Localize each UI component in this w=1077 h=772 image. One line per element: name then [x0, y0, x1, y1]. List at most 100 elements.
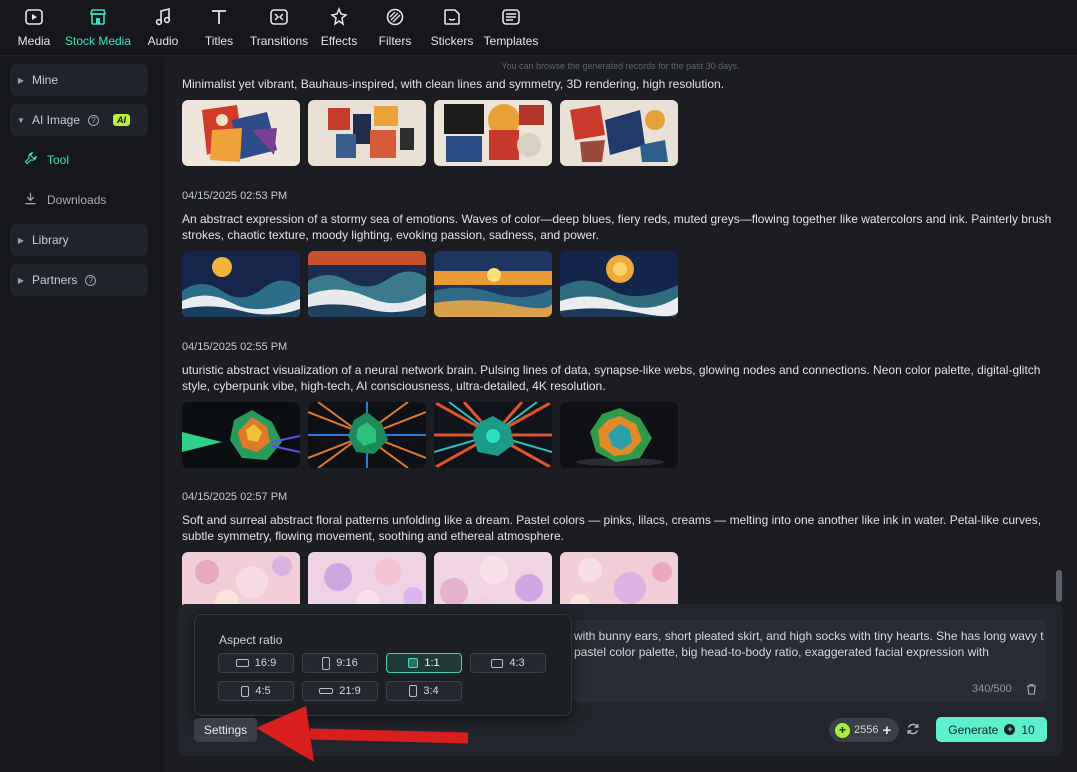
refresh-icon[interactable]: [906, 722, 920, 739]
generated-image-thumbnail[interactable]: [308, 251, 426, 317]
settings-button[interactable]: Settings: [194, 718, 257, 742]
media-icon: [23, 6, 45, 28]
record: Minimalist yet vibrant, Bauhaus-inspired…: [182, 76, 1052, 166]
transitions-icon: [268, 6, 290, 28]
aspect-ratio-label: 16:9: [254, 657, 277, 669]
generated-image-thumbnail[interactable]: [434, 402, 552, 468]
credits-balance[interactable]: + 2556 +: [829, 718, 899, 742]
toolbar-templates-label: Templates: [483, 34, 539, 48]
generate-label: Generate: [948, 722, 999, 737]
generated-image-thumbnail[interactable]: [560, 100, 678, 166]
sidebar-item-label: Downloads: [47, 193, 107, 207]
ai-badge: AI: [113, 114, 131, 126]
aspect-ratio-label: 9:16: [336, 657, 358, 669]
download-icon: [24, 192, 37, 208]
templates-icon: [500, 6, 522, 28]
generated-image-thumbnail[interactable]: [560, 402, 678, 468]
effects-icon: [328, 6, 350, 28]
scrollbar-thumb[interactable]: [1056, 570, 1062, 602]
sidebar-item-ai-image[interactable]: ▼ AI Image ? AI: [10, 104, 148, 136]
aspect-ratio-title: Aspect ratio: [219, 633, 283, 647]
record-date: 04/15/2025 02:55 PM: [182, 341, 288, 353]
generate-button[interactable]: Generate + 10: [936, 717, 1047, 742]
aspect-ratio-label: 21:9: [339, 685, 361, 697]
sidebar-item-label: Library: [32, 233, 69, 247]
stickers-icon: [441, 6, 463, 28]
aspect-ratio-label: 4:5: [255, 685, 271, 697]
aspect-ratio-3-4[interactable]: 3:4: [386, 681, 462, 701]
red-arrow-annotation: [256, 706, 469, 762]
help-icon[interactable]: ?: [88, 114, 100, 126]
aspect-ratio-16-9[interactable]: 16:9: [218, 653, 294, 673]
record-date: 04/15/2025 02:53 PM: [182, 190, 288, 202]
aspect-ratio-4-5[interactable]: 4:5: [218, 681, 294, 701]
sidebar-item-label: Tool: [47, 153, 70, 167]
sidebar-item-partners[interactable]: ▶ Partners ?: [10, 264, 148, 296]
aspect-ratio-label: 3:4: [423, 685, 439, 697]
generated-image-thumbnail[interactable]: [182, 251, 300, 317]
credit-coin-icon: +: [1004, 724, 1016, 735]
toolbar-stock-media[interactable]: Stock Media: [63, 6, 133, 48]
toolbar-media-label: Media: [17, 34, 51, 48]
toolbar-audio-label: Audio: [147, 34, 179, 48]
chevron-right-icon: ▶: [17, 275, 25, 285]
portrait-icon: [409, 685, 418, 697]
wrench-icon: [24, 152, 37, 168]
stock-media-icon: [87, 6, 109, 28]
generate-cost: 10: [1021, 722, 1035, 737]
toolbar-effects-label: Effects: [320, 34, 358, 48]
record: 04/15/2025 02:57 PM Soft and surreal abs…: [182, 491, 1052, 618]
titles-icon: [208, 6, 230, 28]
toolbar-stock-media-label: Stock Media: [64, 34, 132, 48]
toolbar-transitions-label: Transitions: [249, 34, 309, 48]
portrait-icon: [322, 656, 331, 670]
toolbar-filters-label: Filters: [378, 34, 412, 48]
toolbar-templates[interactable]: Templates: [476, 6, 546, 48]
record-prompt: Minimalist yet vibrant, Bauhaus-inspired…: [182, 77, 725, 91]
sidebar-item-mine[interactable]: ▶ Mine: [10, 64, 148, 96]
record: 04/15/2025 02:55 PM uturistic abstract v…: [182, 341, 1052, 468]
square-icon: [408, 658, 419, 668]
add-credits-icon[interactable]: +: [882, 722, 891, 739]
sidebar-item-label: Mine: [32, 73, 59, 87]
landscape-icon: [491, 658, 504, 668]
record-prompt: uturistic abstract visualization of a ne…: [182, 363, 1041, 393]
generated-image-thumbnail[interactable]: [182, 402, 300, 468]
generated-image-thumbnail[interactable]: [434, 251, 552, 317]
record: 04/15/2025 02:53 PM An abstract expressi…: [182, 190, 1052, 317]
record-date: 04/15/2025 02:57 PM: [182, 491, 288, 503]
music-note-icon: [152, 6, 174, 28]
generated-image-thumbnail[interactable]: [182, 100, 300, 166]
top-toolbar: Media Stock Media Audio Titles Transitio…: [0, 0, 1077, 56]
sidebar-item-library[interactable]: ▶ Library: [10, 224, 148, 256]
character-counter: 340/500: [972, 683, 1012, 695]
aspect-ratio-label: 1:1: [424, 657, 440, 669]
widescreen-icon: [319, 688, 334, 694]
toolbar-titles-label: Titles: [204, 34, 234, 48]
trash-icon[interactable]: [1026, 683, 1037, 698]
toolbar-stickers-label: Stickers: [430, 34, 474, 48]
records-hint: You can browse the generated records for…: [501, 61, 740, 71]
record-prompt: An abstract expression of a stormy sea o…: [182, 212, 1052, 242]
sidebar-item-downloads[interactable]: Downloads: [24, 188, 106, 212]
credits-value: 2556: [854, 724, 879, 736]
sidebar-item-tool[interactable]: Tool: [24, 148, 69, 172]
filters-icon: [384, 6, 406, 28]
toolbar-media[interactable]: Media: [0, 6, 69, 48]
record-prompt: Soft and surreal abstract floral pattern…: [182, 513, 1042, 543]
sidebar-item-label: AI Image: [32, 113, 81, 127]
help-icon[interactable]: ?: [85, 274, 97, 286]
generated-image-thumbnail[interactable]: [308, 100, 426, 166]
generated-image-thumbnail[interactable]: [560, 251, 678, 317]
aspect-ratio-label: 4:3: [509, 657, 525, 669]
generated-image-thumbnail[interactable]: [308, 402, 426, 468]
generated-image-thumbnail[interactable]: [434, 100, 552, 166]
portrait-icon: [241, 685, 250, 697]
aspect-ratio-21-9[interactable]: 21:9: [302, 681, 378, 701]
prompt-text: with bunny ears, short pleated skirt, an…: [574, 629, 1044, 659]
aspect-ratio-9-16[interactable]: 9:16: [302, 653, 378, 673]
chevron-down-icon: ▼: [17, 115, 25, 125]
sidebar-item-label: Partners: [32, 273, 78, 287]
aspect-ratio-1-1[interactable]: 1:1: [386, 653, 462, 673]
aspect-ratio-4-3[interactable]: 4:3: [470, 653, 546, 673]
